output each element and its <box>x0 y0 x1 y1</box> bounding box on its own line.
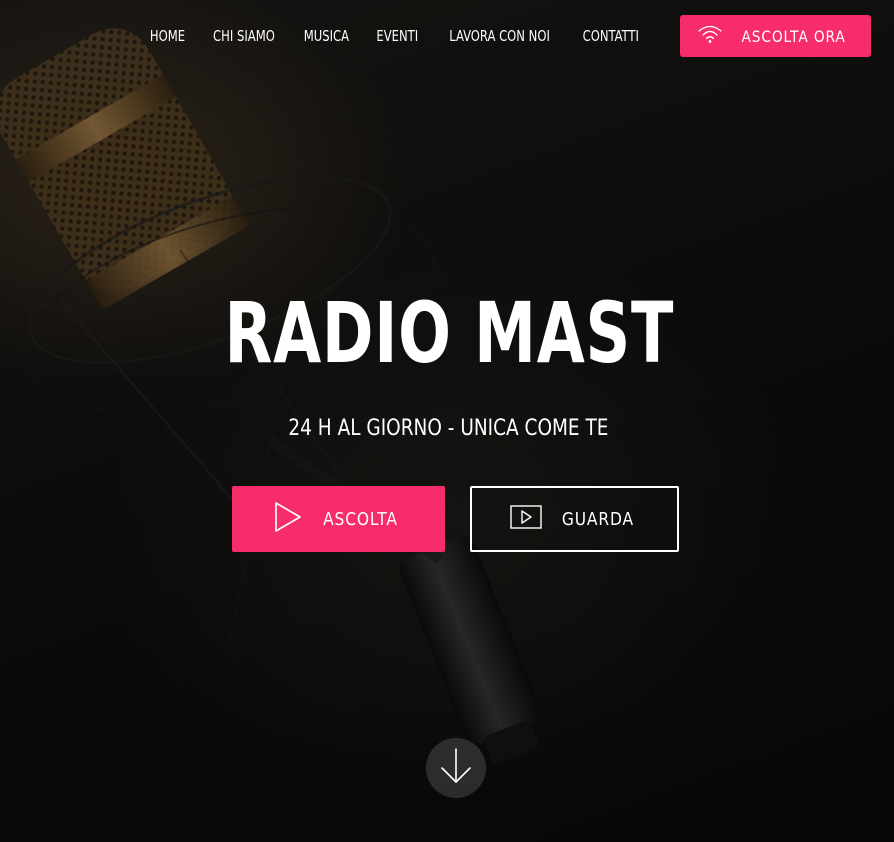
hero-section: HOME CHI SIAMO MUSICA EVENTI LAVORA CON … <box>0 0 894 842</box>
wifi-icon <box>697 24 723 48</box>
listen-now-button[interactable]: ASCOLTA ORA <box>680 15 871 57</box>
page-title: RADIO MAST <box>224 284 675 382</box>
listen-button-label: ASCOLTA <box>323 508 398 530</box>
play-icon <box>273 501 303 537</box>
listen-now-label: ASCOLTA ORA <box>741 26 846 46</box>
nav-item-contatti[interactable]: CONTATTI <box>574 15 648 57</box>
nav-item-musica[interactable]: MUSICA <box>295 15 358 57</box>
nav-item-eventi[interactable]: EVENTI <box>367 15 426 57</box>
arrow-down-icon <box>439 746 473 790</box>
page-subtitle: 24 H AL GIORNO - UNICA COME TE <box>288 416 609 441</box>
top-navigation: HOME CHI SIAMO MUSICA EVENTI LAVORA CON … <box>0 15 894 57</box>
scroll-down-button[interactable] <box>426 738 486 798</box>
listen-button[interactable]: ASCOLTA <box>232 486 445 552</box>
nav-item-home[interactable]: HOME <box>141 15 193 57</box>
video-play-icon <box>509 505 542 533</box>
nav-item-lavora-con-noi[interactable]: LAVORA CON NOI <box>441 15 559 57</box>
nav-item-chi-siamo[interactable]: CHI SIAMO <box>204 15 283 57</box>
nav-menu: HOME CHI SIAMO MUSICA EVENTI LAVORA CON … <box>137 15 654 57</box>
watch-button[interactable]: GUARDA <box>470 486 679 552</box>
watch-button-label: GUARDA <box>561 508 634 530</box>
